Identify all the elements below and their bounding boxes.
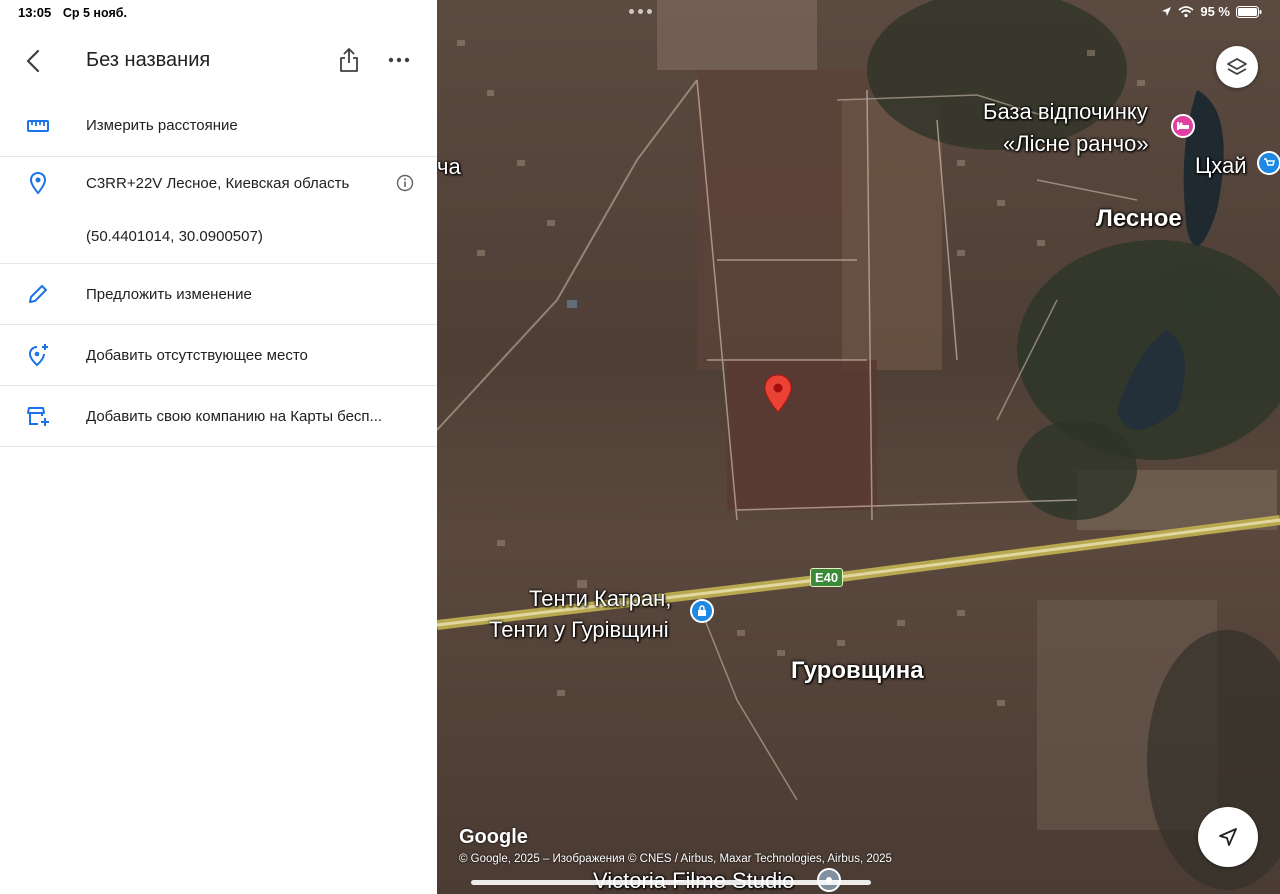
add-business-icon: [27, 407, 49, 426]
add-missing-place-row[interactable]: Добавить отсутствующее место: [0, 325, 437, 386]
location-arrow-icon: [1162, 7, 1172, 16]
map-terrain: [437, 0, 1280, 890]
measure-distance-row[interactable]: Измерить расстояние: [0, 96, 437, 157]
status-date: Ср 5 нояб.: [62, 6, 127, 20]
status-bar-right: 95 %: [1161, 4, 1262, 19]
shopping-poi-icon[interactable]: [1257, 151, 1280, 175]
panel-header: Без названия: [0, 38, 437, 84]
status-time: 13:05: [18, 5, 52, 20]
add-missing-place-label: Добавить отсутствующее место: [86, 347, 308, 364]
add-business-label: Добавить свою компанию на Карты бесп...: [86, 408, 383, 425]
coordinates[interactable]: (50.4401014, 30.0900507): [86, 228, 263, 245]
town-label-lesnoe: Лесное: [1096, 205, 1182, 232]
panel-title: Без названия: [86, 49, 211, 71]
map-attribution: © Google, 2025 – Изображения © CNES / Ai…: [459, 853, 892, 865]
layers-button[interactable]: [1216, 46, 1258, 88]
plus-code-address: C3RR+22V Лесное, Киевская область: [86, 175, 350, 192]
poi-label-tenti-line1[interactable]: Тенти Катран,: [529, 586, 671, 612]
info-icon[interactable]: [396, 174, 414, 192]
town-label-gurovshchina: Гуровщина: [791, 657, 924, 684]
road-shield-e40: E40: [810, 568, 844, 587]
google-logo: Google: [459, 826, 528, 848]
dropped-pin-marker[interactable]: [763, 374, 793, 414]
suggest-edit-row[interactable]: Предложить изменение: [0, 264, 437, 325]
measure-distance-label: Измерить расстояние: [86, 117, 238, 134]
add-place-icon: [28, 344, 48, 367]
battery-percent: 95 %: [1200, 4, 1230, 19]
address-row[interactable]: C3RR+22V Лесное, Киевская область (50.44…: [0, 157, 437, 264]
poi-label-tshai[interactable]: Цхай: [1195, 153, 1247, 179]
multitasking-dots[interactable]: [629, 9, 652, 14]
town-label-partial: ча: [437, 154, 461, 179]
battery-icon: [1236, 5, 1262, 18]
home-indicator[interactable]: [471, 880, 871, 885]
poi-label-baza-line1[interactable]: База відпочинку: [983, 99, 1148, 125]
location-pin-icon: [29, 171, 47, 195]
more-options-icon[interactable]: [387, 52, 411, 68]
back-chevron-icon[interactable]: [22, 48, 44, 74]
share-icon[interactable]: [338, 47, 360, 73]
layers-icon: [1227, 58, 1247, 75]
poi-label-baza-line2[interactable]: «Лісне ранчо»: [1003, 131, 1149, 157]
ruler-icon: [27, 120, 49, 132]
satellite-map[interactable]: База відпочинку «Лісне ранчо» Цхай Лесно…: [437, 0, 1280, 894]
my-location-button[interactable]: [1198, 807, 1258, 867]
poi-label-tenti-line2[interactable]: Тенти у Гурівщині: [489, 617, 669, 643]
add-business-row[interactable]: Добавить свою компанию на Карты бесп...: [0, 386, 437, 447]
status-bar-left: 13:05 Ср 5 нояб.: [18, 5, 127, 20]
place-details-panel: 13:05 Ср 5 нояб. Без названия Измерить р…: [0, 0, 437, 894]
lodging-poi-icon[interactable]: [1171, 114, 1195, 138]
navigation-arrow-icon: [1219, 828, 1237, 846]
pencil-icon: [29, 285, 47, 303]
suggest-edit-label: Предложить изменение: [86, 286, 252, 303]
wifi-icon: [1178, 5, 1194, 17]
shop-lock-poi-icon[interactable]: [690, 599, 714, 623]
